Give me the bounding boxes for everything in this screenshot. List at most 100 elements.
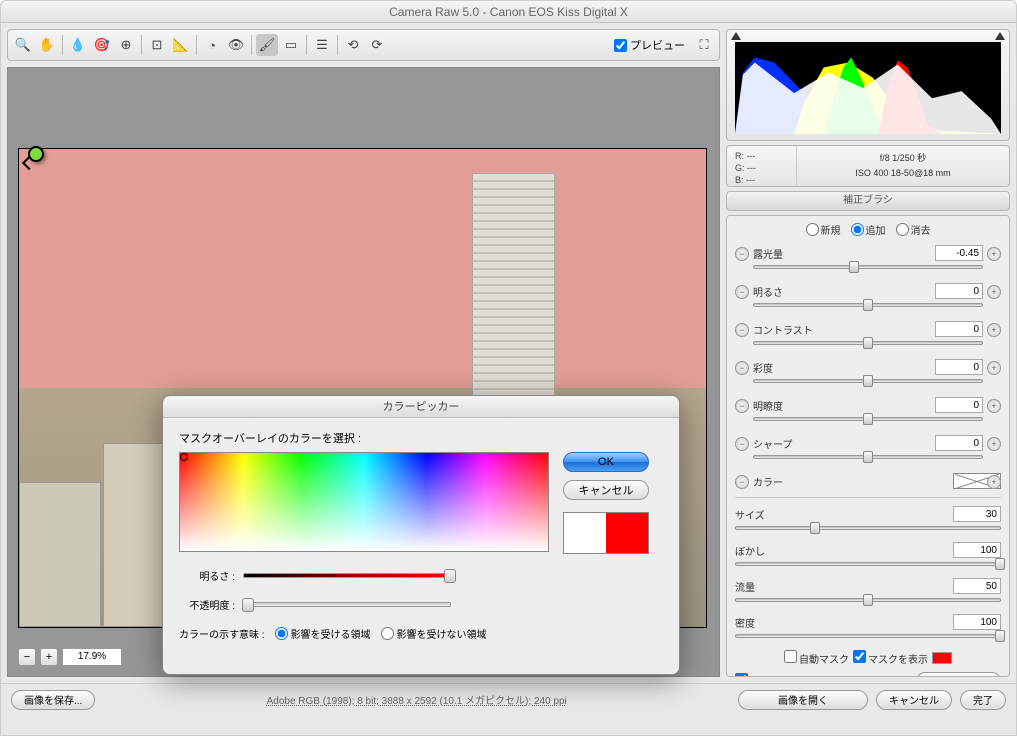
- slider-value[interactable]: [935, 321, 983, 337]
- slider-label: 彩度: [753, 360, 773, 375]
- plus-button[interactable]: +: [987, 285, 1001, 299]
- white-balance-icon[interactable]: 💧: [67, 34, 89, 56]
- adjustment-brush-icon[interactable]: 🖌: [256, 34, 278, 56]
- hand-tool-icon[interactable]: ✋: [36, 34, 58, 56]
- slider-track[interactable]: [753, 455, 983, 459]
- slider-value[interactable]: [935, 245, 983, 261]
- preview-checkbox[interactable]: プレビュー: [614, 37, 685, 53]
- adjustment-pin-icon[interactable]: [28, 146, 44, 162]
- color-compare: [563, 512, 649, 554]
- doc-info-link[interactable]: Adobe RGB (1998); 8 bit; 3888 x 2592 (10…: [103, 692, 730, 707]
- minus-button[interactable]: −: [735, 399, 749, 413]
- show-mask-checkbox[interactable]: マスクを表示: [853, 650, 928, 666]
- zoom-in-button[interactable]: +: [40, 648, 58, 666]
- color-row: − カラー +: [735, 473, 1001, 489]
- panel-title: 補正ブラシ: [726, 191, 1010, 211]
- ok-button[interactable]: OK: [563, 452, 649, 472]
- mode-erase[interactable]: 消去: [896, 222, 931, 237]
- zoom-tool-icon[interactable]: 🔍: [12, 34, 34, 56]
- save-image-button[interactable]: 画像を保存...: [11, 690, 95, 710]
- zoom-out-button[interactable]: −: [18, 648, 36, 666]
- target-adjust-icon[interactable]: ⊕: [115, 34, 137, 56]
- brightness-slider[interactable]: [243, 573, 451, 578]
- brush-track[interactable]: [735, 634, 1001, 638]
- brightness-slider-row: 明るさ :: [179, 568, 663, 583]
- brush-value[interactable]: [953, 506, 1001, 522]
- mode-new[interactable]: 新規: [806, 222, 841, 237]
- done-button[interactable]: 完了: [960, 690, 1006, 710]
- spot-removal-icon[interactable]: ◔: [201, 34, 223, 56]
- plus-button[interactable]: +: [987, 361, 1001, 375]
- opacity-slider[interactable]: [243, 602, 451, 607]
- slider-2: −+コントラスト: [735, 321, 1001, 345]
- plus-button[interactable]: +: [987, 323, 1001, 337]
- zoom-value[interactable]: 17.9%: [62, 648, 122, 666]
- shadow-clip-icon[interactable]: [731, 32, 741, 40]
- graduated-filter-icon[interactable]: ▭: [280, 34, 302, 56]
- plus-button[interactable]: +: [987, 437, 1001, 451]
- crop-tool-icon[interactable]: ⊡: [146, 34, 168, 56]
- minus-button[interactable]: −: [735, 323, 749, 337]
- brush-value[interactable]: [953, 542, 1001, 558]
- slider-track[interactable]: [753, 379, 983, 383]
- color-spectrum[interactable]: [179, 452, 549, 552]
- slider-track[interactable]: [753, 265, 983, 269]
- clear-all-button[interactable]: すべてを消去: [916, 672, 1001, 677]
- dialog-prompt: マスクオーバーレイのカラーを選択 :: [179, 430, 663, 446]
- meaning-label: カラーの示す意味 :: [179, 626, 265, 641]
- fullscreen-icon[interactable]: ⛶: [693, 34, 715, 56]
- minus-button[interactable]: −: [735, 285, 749, 299]
- slider-label: シャープ: [753, 436, 792, 451]
- mask-options: 自動マスク マスクを表示: [735, 650, 1001, 666]
- color-sampler-icon[interactable]: 🎯: [91, 34, 113, 56]
- slider-track[interactable]: [753, 303, 983, 307]
- slider-value[interactable]: [935, 435, 983, 451]
- color-old: [606, 513, 648, 553]
- brush-label: 密度: [735, 615, 755, 630]
- opt-unaffected[interactable]: 影響を受けない領域: [381, 626, 487, 641]
- plus-button[interactable]: +: [987, 399, 1001, 413]
- cancel-button[interactable]: キャンセル: [876, 690, 952, 710]
- dialog-cancel-button[interactable]: キャンセル: [563, 480, 649, 500]
- slider-1: −+明るさ: [735, 283, 1001, 307]
- color-minus-button[interactable]: −: [735, 475, 749, 489]
- minus-button[interactable]: −: [735, 247, 749, 261]
- mode-add[interactable]: 追加: [851, 222, 886, 237]
- opacity-slider-row: 不透明度 :: [179, 597, 663, 612]
- slider-3: − + 彩度: [735, 359, 1001, 383]
- brush-track[interactable]: [735, 562, 1001, 566]
- rotate-cw-icon[interactable]: ⟳: [366, 34, 388, 56]
- auto-mask-checkbox[interactable]: 自動マスク: [784, 650, 849, 666]
- slider-value[interactable]: [935, 359, 983, 375]
- show-pin-checkbox[interactable]: ピンを表示: [735, 673, 798, 677]
- straighten-tool-icon[interactable]: 📐: [170, 34, 192, 56]
- minus-button[interactable]: −: [735, 361, 749, 375]
- window-titlebar: Camera Raw 5.0 - Canon EOS Kiss Digital …: [1, 1, 1016, 23]
- app-window: Camera Raw 5.0 - Canon EOS Kiss Digital …: [0, 0, 1017, 736]
- minus-button[interactable]: −: [735, 437, 749, 451]
- toolbar: 🔍 ✋ 💧 🎯 ⊕ ⊡ 📐 ◔ 👁 🖌 ▭ ☰ ⟲ ⟳: [7, 29, 720, 61]
- preview-checkbox-input[interactable]: [614, 39, 627, 52]
- prefs-icon[interactable]: ☰: [311, 34, 333, 56]
- slider-value[interactable]: [935, 397, 983, 413]
- brush-value[interactable]: [953, 578, 1001, 594]
- open-image-button[interactable]: 画像を開く: [738, 690, 868, 710]
- rotate-ccw-icon[interactable]: ⟲: [342, 34, 364, 56]
- red-eye-icon[interactable]: 👁: [225, 34, 247, 56]
- plus-button[interactable]: +: [987, 247, 1001, 261]
- slider-4: −+明瞭度: [735, 397, 1001, 421]
- b-value: B: ---: [735, 174, 788, 186]
- opacity-label: 不透明度 :: [179, 597, 235, 612]
- slider-track[interactable]: [753, 341, 983, 345]
- highlight-clip-icon[interactable]: [995, 32, 1005, 40]
- mask-color-swatch[interactable]: [932, 652, 952, 664]
- opt-affected[interactable]: 影響を受ける領域: [275, 626, 371, 641]
- slider-track[interactable]: [753, 417, 983, 421]
- dialog-title: カラーピッカー: [163, 396, 679, 418]
- brush-track[interactable]: [735, 526, 1001, 530]
- brush-track[interactable]: [735, 598, 1001, 602]
- color-plus-button[interactable]: +: [987, 475, 1001, 489]
- brush-value[interactable]: [953, 614, 1001, 630]
- slider-value[interactable]: [935, 283, 983, 299]
- r-value: R: ---: [735, 150, 788, 162]
